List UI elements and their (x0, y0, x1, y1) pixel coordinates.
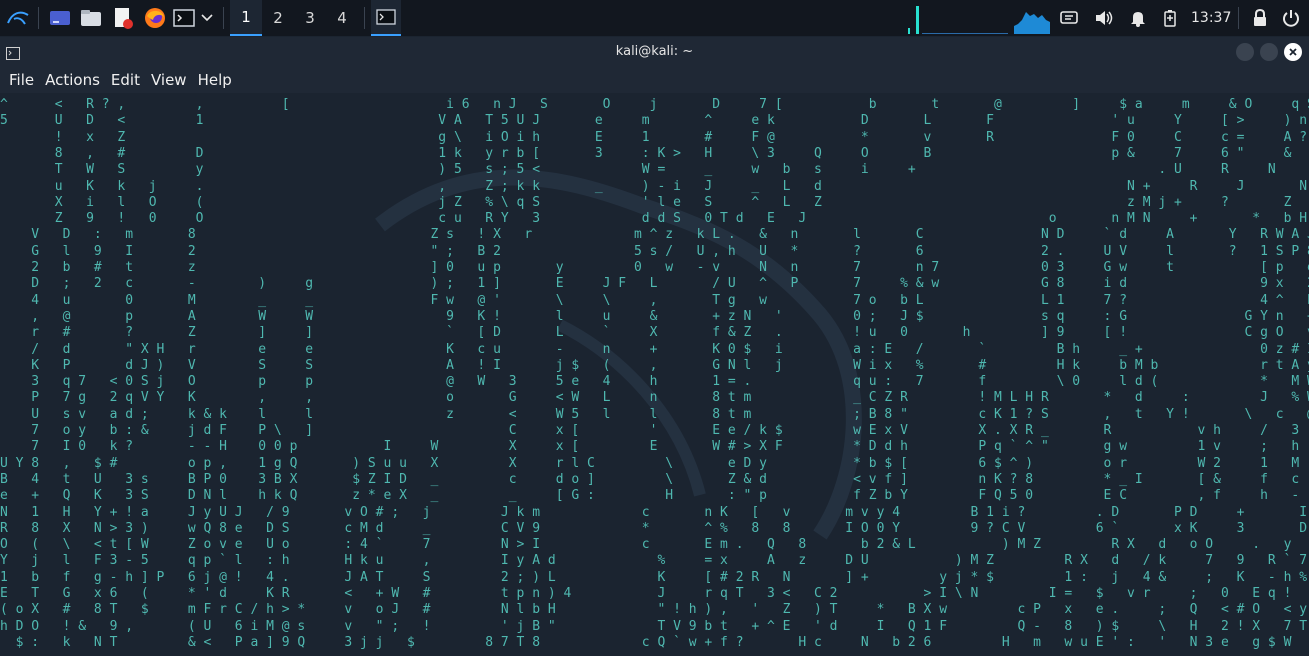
menu-view[interactable]: View (148, 71, 195, 89)
cpu-graph-icon (1014, 0, 1052, 36)
workspace-3[interactable]: 3 (294, 0, 326, 36)
close-button[interactable] (1284, 43, 1302, 61)
workspace-4[interactable]: 4 (326, 0, 358, 36)
matrix-row: E T G x 6 ( * ' d K R < + W # t p n ) 4 … (0, 586, 1309, 601)
menu-help[interactable]: Help (195, 71, 240, 89)
matrix-row: V D : m 8 Z s ! X r m ^ z k L . & n l C … (31, 227, 1309, 243)
matrix-row: 4 u 0 M _ _ F w @ ' \ \ , T g w 7 o b L … (31, 292, 1309, 308)
firefox-icon[interactable] (139, 0, 171, 36)
matrix-row: r # ? Z ] ] ` [ D L ` X f & Z . ! u 0 h … (31, 325, 1309, 341)
matrix-row: K P d J ) V S S A ! I j $ ( , G N l j W … (31, 357, 1309, 373)
window-titlebar[interactable]: kali@kali: ~ (0, 37, 1309, 67)
matrix-row: u K k j . , Z ; k k _ ) - i J _ L d N + … (54, 178, 1308, 194)
terminal-icon[interactable] (171, 0, 197, 36)
matrix-row: 7 I 0 k ? - - H 0 0 p I W X x [ E W # > … (31, 439, 1300, 455)
matrix-row: T W S y ) 5 s ; 5 < W = _ w b s i + . U … (54, 162, 1276, 178)
panel-separator (364, 7, 365, 29)
matrix-row: B 4 t U 3 s B P 0 3 B X $ Z I D _ c d o … (0, 471, 1300, 487)
workspace-label: 1 (241, 8, 251, 26)
matrix-row: U Y 8 , $ # o p , 1 g Q ) S u u X X r l … (0, 455, 1300, 471)
matrix-row: X i l O ( j Z % \ q S ' l e S ^ L Z z M … (54, 194, 1292, 210)
workspace-label: 4 (337, 9, 347, 27)
volume-icon[interactable] (1094, 0, 1114, 36)
clock[interactable]: 13:37 (1191, 10, 1231, 26)
matrix-row: / d " X H r e e K c u - n + K 0 $ i a : … (31, 341, 1309, 357)
matrix-row: G l 9 I 2 " ; B 2 5 s / U , h U * ? 6 2 … (31, 243, 1309, 259)
menu-actions[interactable]: Actions (42, 71, 108, 89)
terminal-window: kali@kali: ~ File Actions Edit View Help… (0, 37, 1309, 656)
matrix-row: Y j l F 3 - 5 q p ` l : h H k u , I y A … (0, 553, 1308, 569)
maximize-button[interactable] (1260, 43, 1278, 61)
file-manager-icon[interactable] (75, 0, 107, 36)
matrix-row: 8 , # D 1 k y r b [ 3 : K > H \ 3 Q O B … (54, 145, 1292, 161)
workspace-label: 3 (305, 9, 315, 27)
bell-icon[interactable] (1130, 0, 1146, 36)
notifications-icon[interactable] (1060, 0, 1078, 36)
workspace-2[interactable]: 2 (262, 0, 294, 36)
matrix-row: h D O ! & 9 , ( U 6 i M @ s v " ; ! ' j … (0, 618, 1309, 634)
matrix-row: 2 b # t z ] 0 u p y 0 w - v N n 7 n 7 0 … (31, 260, 1309, 275)
matrix-row: 1 b f g - h ] P 6 j @ ! 4 . J A T S 2 ; … (0, 569, 1309, 585)
minimize-button[interactable] (1236, 43, 1254, 61)
matrix-row: $ : k N T & < P a ] 9 Q 3 j j $ 8 7 T 8 … (0, 634, 1309, 650)
text-editor-icon[interactable] (107, 0, 139, 36)
terminal-output[interactable]: ^ < R ? , , [ i 6 n J S O j D 7 [ b t @ … (0, 95, 1309, 656)
matrix-row: P 7 g 2 q V Y K , , o G < W L n 8 t m _ … (31, 390, 1309, 406)
matrix-row: 7 o y b : & j d F P \ ] C x [ ' E e / k … (31, 423, 1300, 438)
window-title: kali@kali: ~ (615, 44, 694, 59)
battery-icon (1164, 0, 1176, 36)
power-icon[interactable] (1282, 0, 1300, 36)
show-desktop-icon[interactable] (45, 0, 75, 36)
matrix-row: 3 q 7 < 0 S j O p p @ W 3 5 e 4 h 1 = . … (31, 374, 1309, 390)
kali-menu-icon[interactable] (4, 0, 32, 36)
terminal-task-icon[interactable] (371, 0, 401, 36)
matrix-row: N 1 H Y + ! a J y U J / 9 v O # ; j J k … (0, 504, 1308, 520)
matrix-row: ( o X # 8 T $ m F r C / h > * v o J # N … (0, 602, 1308, 618)
menu-file[interactable]: File (6, 71, 42, 89)
matrix-row: R 8 X N > 3 ) w Q 8 e D S c M d _ C V 9 … (0, 520, 1308, 536)
workspace-label: 2 (273, 9, 283, 27)
matrix-row: , @ p A W W 9 K ! l u & + z N ' 0 ; J $ … (31, 308, 1309, 324)
matrix-row: D ; 2 c - ) g ) ; 1 ] E J F L / U ^ P 7 … (31, 276, 1309, 292)
menu-edit[interactable]: Edit (108, 71, 148, 89)
chevron-down-icon[interactable] (197, 0, 217, 36)
matrix-row: 5 U D < 1 V A T 5 U J e m ^ e k D L F ' … (0, 113, 1308, 129)
menu-bar: File Actions Edit View Help (0, 67, 1309, 93)
network-monitor-icon (908, 0, 1008, 36)
matrix-row: Z 9 ! 0 O c u R Y 3 d d S 0 T d E J o n … (54, 211, 1308, 227)
matrix-row: ^ < R ? , , [ i 6 n J S O j D 7 [ b t @ … (0, 97, 1309, 112)
panel-separator (38, 7, 39, 29)
top-panel: 1 2 3 4 13:37 (0, 0, 1309, 36)
matrix-row: e + Q K 3 S D N l h k Q z * e X _ _ [ G … (0, 488, 1300, 504)
panel-separator (223, 7, 224, 29)
matrix-row: U s v a d ; k & k l l z < W 5 l l 8 t m … (31, 406, 1309, 422)
matrix-row: O ( \ < t [ W Z o v e U o : 4 ` 7 N > I … (0, 537, 1292, 553)
workspace-1[interactable]: 1 (230, 0, 262, 36)
lock-icon[interactable] (1252, 0, 1268, 36)
matrix-row: ! x Z g \ i O i h E 1 # F @ * v R F 0 C … (54, 129, 1308, 145)
